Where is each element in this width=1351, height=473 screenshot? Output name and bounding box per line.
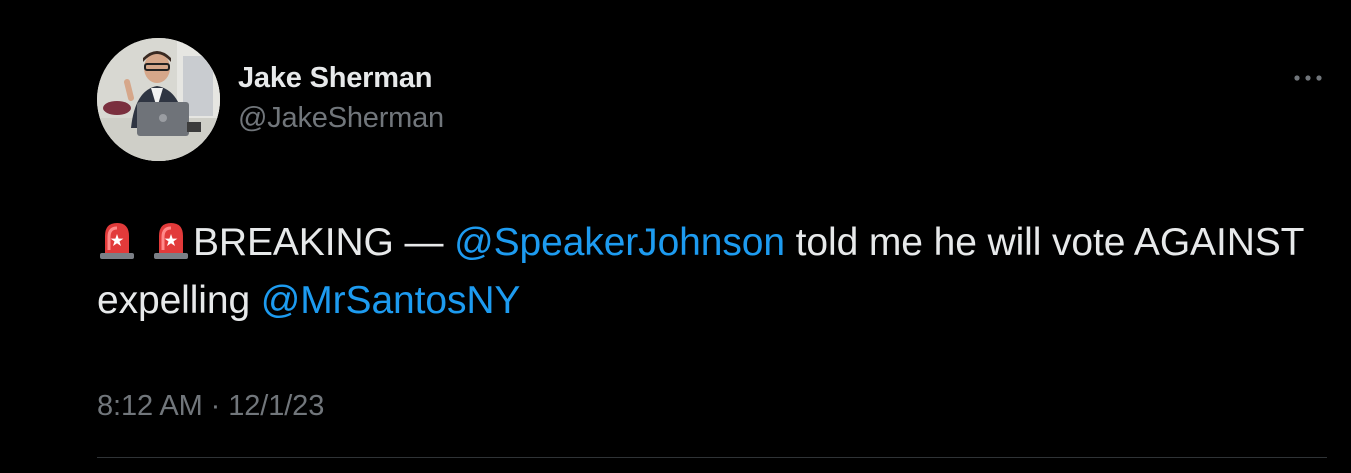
mention-mrsantosny-link[interactable]: @MrSantosNY	[261, 279, 521, 322]
tweet-card: Jake Sherman @JakeSherman BREAKING — @Sp…	[0, 0, 1351, 473]
mention-speakerjohnson-link[interactable]: @SpeakerJohnson	[454, 221, 785, 264]
more-options-button[interactable]	[1290, 66, 1326, 90]
more-horizontal-icon	[1294, 75, 1322, 81]
divider	[97, 457, 1327, 458]
siren-emoji-icon	[154, 223, 188, 259]
avatar[interactable]	[97, 38, 220, 161]
avatar-image	[97, 38, 220, 161]
author-info: Jake Sherman @JakeSherman	[238, 58, 444, 138]
handle[interactable]: @JakeSherman	[238, 98, 444, 138]
display-name[interactable]: Jake Sherman	[238, 58, 444, 98]
siren-emoji-icon	[100, 223, 134, 259]
tweet-time[interactable]: 8:12 AM	[97, 390, 203, 422]
tweet-metadata: 8:12 AM · 12/1/23	[97, 386, 324, 426]
tweet-date[interactable]: 12/1/23	[228, 390, 324, 422]
tweet-text-part-1: BREAKING —	[193, 221, 455, 264]
meta-separator: ·	[202, 390, 229, 422]
tweet-text: BREAKING — @SpeakerJohnson told me he wi…	[97, 214, 1307, 330]
